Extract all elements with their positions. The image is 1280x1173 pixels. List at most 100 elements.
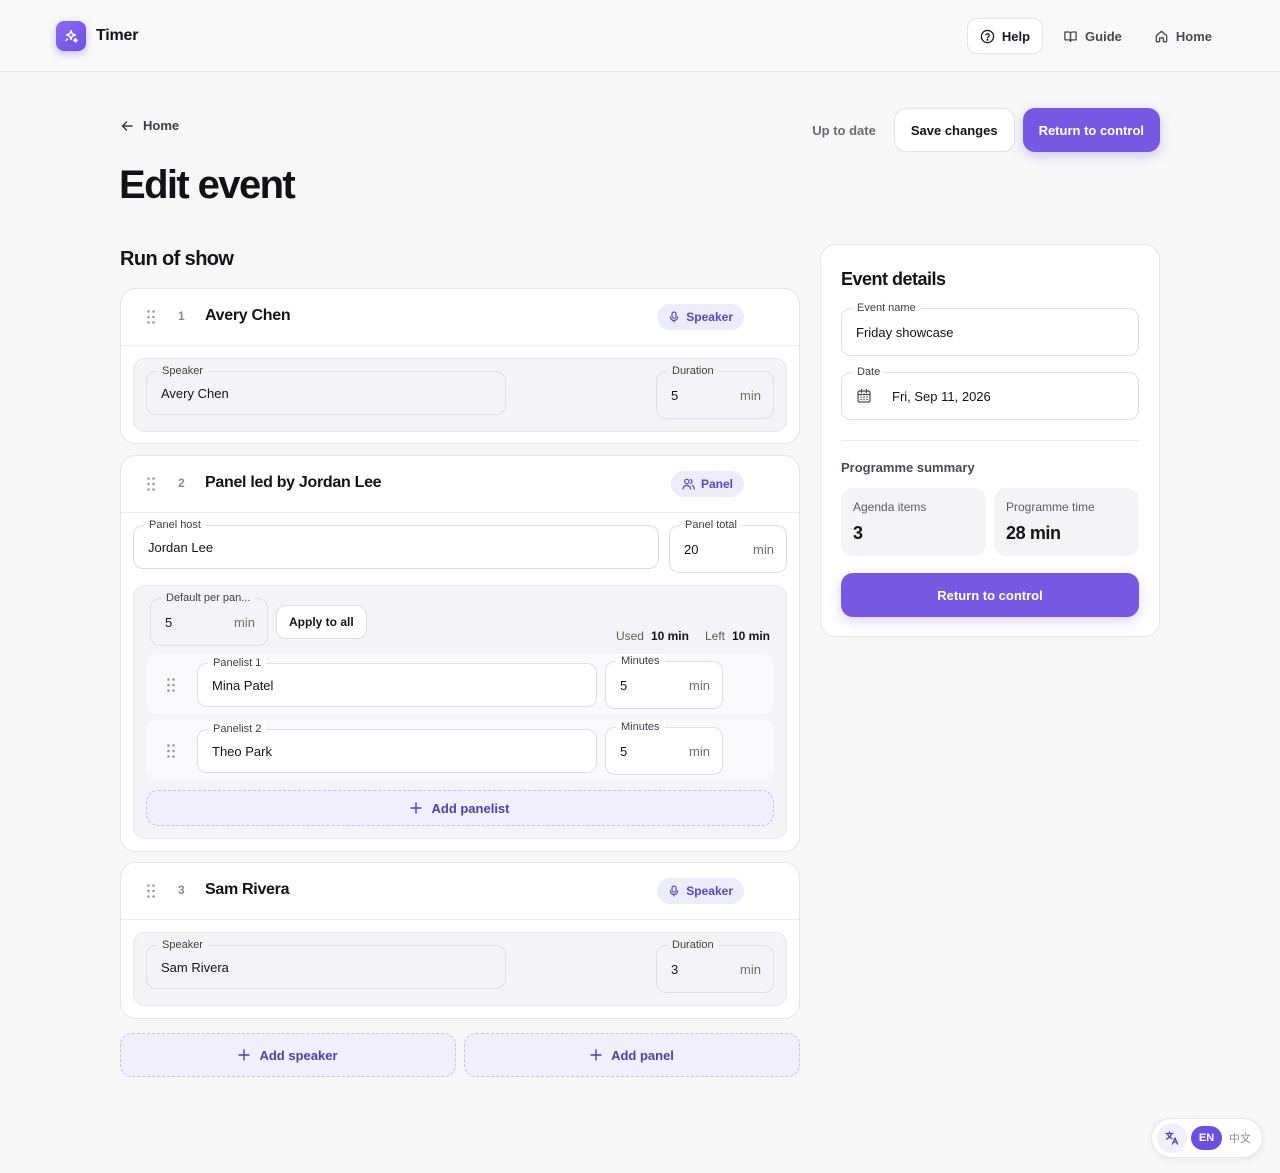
brand[interactable]: Timer	[56, 21, 138, 51]
unit-label: min	[740, 387, 761, 403]
plus-icon	[410, 802, 423, 814]
item-title: Sam Rivera	[205, 881, 290, 898]
field-value: Jordan Lee	[148, 539, 214, 555]
panelist-row-1: Panelist 1 Mina Patel Minutes 5 min	[146, 654, 774, 714]
programme-summary-title: Programme summary	[841, 460, 975, 475]
return-to-control-button[interactable]: Return to control	[1022, 108, 1160, 152]
field-value: 5	[165, 614, 173, 630]
panelist-name-field[interactable]: Panelist 1 Mina Patel	[197, 656, 597, 707]
field-label: Event name	[852, 301, 921, 315]
used-value: 10 min	[650, 629, 689, 643]
field-value: Sam Rivera	[161, 959, 229, 975]
field-value: Mina Patel	[212, 677, 274, 693]
field-label: Speaker	[157, 938, 208, 952]
add-speaker-button[interactable]: Add speaker	[120, 1033, 456, 1077]
programme-time-stat: Programme time 28 min	[994, 488, 1139, 556]
apply-to-all-button[interactable]: Apply to all	[276, 605, 367, 639]
field-label: Panel total	[680, 518, 742, 532]
field-label: Duration	[667, 364, 719, 378]
breadcrumb[interactable]: Home	[120, 118, 179, 133]
event-name-field[interactable]: Event name Friday showcase	[841, 301, 1139, 356]
add-panel-button[interactable]: Add panel	[464, 1033, 800, 1077]
panel-time-stats: Used 10 min Left 10 min	[616, 629, 770, 643]
used-stat: Used 10 min	[616, 629, 689, 643]
panelists-section: Default per pan... 5 min Apply to all Us…	[133, 585, 787, 839]
item-number: 2	[178, 476, 185, 490]
badge-label: Speaker	[686, 884, 733, 898]
add-panelist-button[interactable]: Add panelist	[146, 790, 774, 826]
used-label: Used	[615, 629, 644, 643]
field-label: Default per pan...	[161, 591, 256, 605]
language-zh-button[interactable]: 中文	[1229, 1130, 1251, 1146]
field-label: Minutes	[616, 654, 665, 668]
sparkle-logo-icon	[56, 21, 86, 51]
field-value: 5	[671, 387, 679, 403]
item-number: 1	[178, 309, 185, 323]
field-label: Date	[852, 365, 886, 379]
duration-field[interactable]: Duration 3 min	[656, 938, 774, 993]
field-value: 20	[684, 541, 699, 557]
panelist-minutes-field[interactable]: Minutes 5 min	[605, 720, 723, 775]
save-changes-button[interactable]: Save changes	[893, 108, 1015, 152]
stat-value: 3	[853, 523, 863, 543]
agenda-item-2: 2 Panel led by Jordan Lee Panel Panel ho…	[120, 455, 800, 852]
speaker-fields: Speaker Sam Rivera Duration 3 min	[133, 932, 787, 1006]
speaker-name-field[interactable]: Speaker Avery Chen	[146, 364, 506, 415]
field-value: Avery Chen	[161, 385, 229, 401]
users-icon	[682, 478, 695, 490]
unit-label: min	[740, 961, 761, 977]
field-value: Theo Park	[212, 743, 272, 759]
home-link[interactable]: Home	[1142, 18, 1224, 54]
save-status: Up to date	[812, 122, 876, 138]
breadcrumb-home: Home	[143, 118, 180, 133]
arrow-left-icon	[120, 119, 134, 133]
drag-handle-icon[interactable]	[147, 477, 155, 491]
unit-label: min	[234, 614, 255, 630]
unit-label: min	[689, 743, 710, 759]
help-link[interactable]: Help	[966, 18, 1044, 54]
field-label: Speaker	[157, 364, 208, 378]
drag-handle-icon[interactable]	[147, 310, 155, 324]
agenda-item-header: 1 Avery Chen Speaker	[121, 289, 799, 346]
date-field[interactable]: Date Fri, Sep 11, 2026	[841, 365, 1139, 420]
default-per-panelist-field[interactable]: Default per pan... 5 min	[150, 591, 268, 646]
language-en-button[interactable]: EN	[1191, 1126, 1222, 1150]
field-label: Minutes	[616, 720, 665, 734]
translate-icon[interactable]	[1157, 1123, 1187, 1153]
field-value: 5	[620, 743, 628, 759]
drag-handle-icon[interactable]	[167, 744, 175, 758]
drag-handle-icon[interactable]	[147, 884, 155, 898]
left-label: Left	[704, 629, 725, 643]
stat-label: Agenda items	[853, 500, 927, 514]
calendar-icon	[856, 388, 872, 404]
add-panelist-label: Add panelist	[431, 800, 510, 816]
event-details-panel: Event details Event name Friday showcase…	[820, 244, 1160, 637]
drag-handle-icon[interactable]	[167, 678, 175, 692]
guide-link[interactable]: Guide	[1051, 18, 1134, 54]
house-icon	[1154, 29, 1169, 44]
add-panel-label: Add panel	[611, 1047, 674, 1063]
speaker-fields: Speaker Avery Chen Duration 5 min	[133, 358, 787, 432]
page-title: Edit event	[119, 163, 296, 207]
unit-label: min	[753, 541, 774, 557]
panelist-name-field[interactable]: Panelist 2 Theo Park	[197, 722, 597, 773]
return-to-control-panel-button[interactable]: Return to control	[841, 573, 1139, 617]
panelist-minutes-field[interactable]: Minutes 5 min	[605, 654, 723, 709]
duration-field[interactable]: Duration 5 min	[656, 364, 774, 419]
panel-host-field[interactable]: Panel host Jordan Lee	[133, 518, 659, 569]
speaker-name-field[interactable]: Speaker Sam Rivera	[146, 938, 506, 989]
divider	[841, 440, 1139, 441]
speaker-badge: Speaker	[657, 878, 744, 904]
left-value: 10 min	[731, 629, 770, 643]
stat-value: 28 min	[1006, 523, 1061, 543]
field-value: 5	[620, 677, 628, 693]
agenda-item-header: 3 Sam Rivera Speaker	[121, 863, 799, 920]
panelist-row-2: Panelist 2 Theo Park Minutes 5 min	[146, 720, 774, 780]
panel-total-field[interactable]: Panel total 20 min	[669, 518, 787, 573]
field-value: Fri, Sep 11, 2026	[892, 388, 991, 404]
agenda-items-stat: Agenda items 3	[841, 488, 986, 556]
header-actions: Up to date Save changes Return to contro…	[812, 108, 1160, 152]
left-stat: Left 10 min	[705, 629, 770, 643]
field-label: Panel host	[144, 518, 206, 532]
item-title: Panel led by Jordan Lee	[205, 474, 382, 491]
